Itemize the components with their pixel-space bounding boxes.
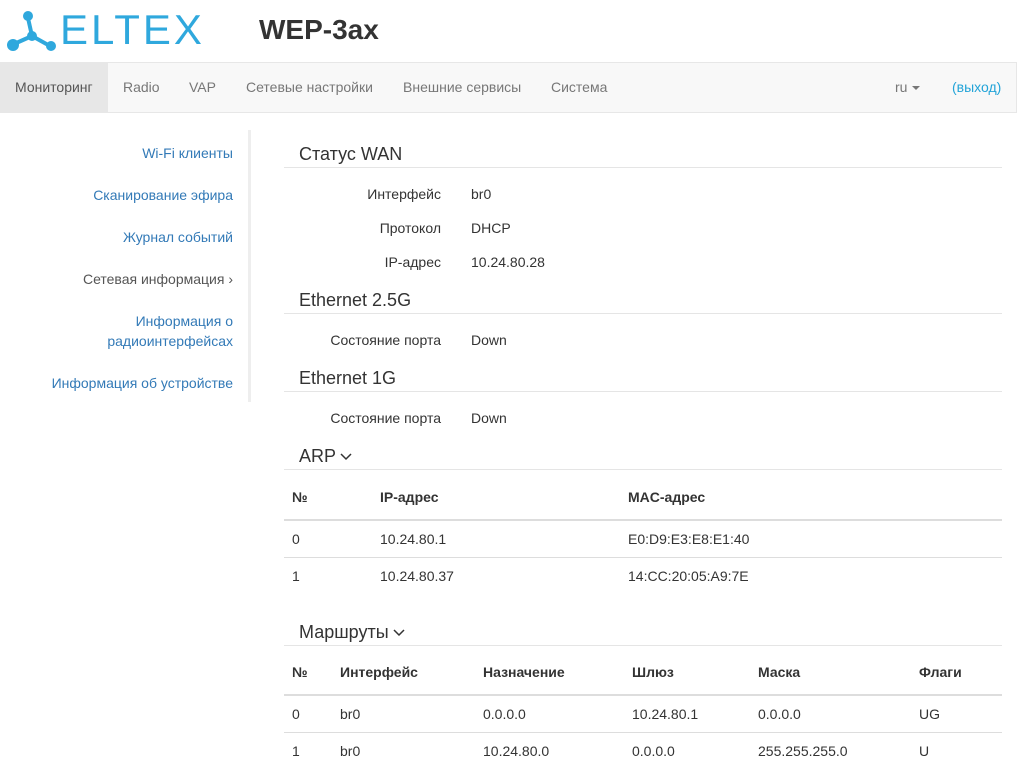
- tab-vap[interactable]: VAP: [189, 63, 216, 112]
- arp-cell: 1: [292, 568, 300, 584]
- table-row: 0 br0 0.0.0.0 10.24.80.1 0.0.0.0 UG: [284, 695, 1002, 733]
- eth25-section-title: Ethernet 2.5G: [284, 276, 1002, 314]
- routes-cell: UG: [911, 695, 1002, 733]
- arp-cell: 10.24.80.1: [372, 520, 620, 558]
- tab-radio[interactable]: Radio: [123, 63, 160, 112]
- arp-col-num: №: [284, 475, 372, 521]
- logo-molecule-icon: [7, 11, 56, 51]
- product-title: WEP-3ax: [259, 14, 379, 45]
- routes-cell: 0: [284, 695, 332, 733]
- routes-col-destination: Назначение: [475, 650, 624, 696]
- eth1-label-port-state: Состояние порта: [330, 410, 441, 426]
- wan-value-protocol: DHCP: [471, 220, 511, 236]
- routes-section-toggle[interactable]: Маршруты: [284, 608, 1002, 646]
- routes-cell: U: [919, 743, 930, 759]
- arp-title: ARP: [299, 446, 337, 466]
- language-label: ru: [895, 79, 908, 95]
- routes-cell: 0.0.0.0: [632, 743, 675, 759]
- eth1-value-port-state: Down: [471, 410, 507, 426]
- sidebar: Wi-Fi клиенты Сканирование эфира Журнал …: [0, 130, 251, 402]
- routes-cell: 1: [292, 743, 300, 759]
- sidebar-item-wifi-clients[interactable]: Wi-Fi клиенты: [142, 143, 233, 163]
- language-dropdown[interactable]: ru: [895, 63, 921, 112]
- wan-label-ip: IP-адрес: [384, 254, 441, 270]
- wan-section-title: Статус WAN: [284, 130, 1002, 168]
- arp-cell: 0: [284, 520, 372, 558]
- routes-col-mask: Маска: [750, 650, 911, 696]
- logout-link[interactable]: (выход): [952, 63, 1001, 112]
- sidebar-item-device-info[interactable]: Информация об устройстве: [52, 373, 233, 393]
- wan-value-interface: br0: [471, 186, 492, 202]
- routes-cell: br0: [332, 695, 475, 733]
- table-row: 0 10.24.80.1 E0:D9:E3:E8:E1:40: [284, 520, 1002, 558]
- eltex-logo: ELTEX: [6, 8, 205, 52]
- wan-label-interface: Интерфейс: [367, 186, 441, 202]
- tab-monitoring[interactable]: Мониторинг: [0, 63, 108, 112]
- arp-cell: 10.24.80.37: [380, 568, 454, 584]
- routes-table: № Интерфейс Назначение Шлюз Маска Флаги …: [284, 650, 1002, 769]
- tab-external-services[interactable]: Внешние сервисы: [403, 63, 521, 112]
- sidebar-item-radio-info[interactable]: Информация о радиоинтерфейсах: [63, 311, 233, 351]
- arp-cell: 14:CC:20:05:A9:7E: [628, 568, 749, 584]
- tab-system[interactable]: Система: [551, 63, 607, 112]
- header: ELTEX WEP-3ax: [0, 0, 1018, 62]
- routes-col-flags: Флаги: [911, 650, 1002, 696]
- routes-cell: 10.24.80.1: [624, 695, 750, 733]
- arp-col-ip: IP-адрес: [372, 475, 620, 521]
- arp-section-toggle[interactable]: ARP: [284, 432, 1002, 470]
- routes-title: Маршруты: [299, 622, 389, 642]
- chevron-down-icon: [340, 453, 352, 461]
- logo-text: ELTEX: [60, 6, 205, 53]
- wan-title: Статус WAN: [299, 144, 403, 164]
- top-navbar: Мониторинг Radio VAP Сетевые настройки В…: [0, 62, 1017, 113]
- routes-cell: 255.255.255.0: [758, 743, 848, 759]
- arp-cell: E0:D9:E3:E8:E1:40: [620, 520, 1002, 558]
- chevron-down-icon: [393, 629, 405, 637]
- sidebar-item-network-info[interactable]: Сетевая информация ›: [83, 269, 233, 289]
- sidebar-item-event-log[interactable]: Журнал событий: [123, 227, 233, 247]
- eth25-value-port-state: Down: [471, 332, 507, 348]
- eth1-title: Ethernet 1G: [299, 368, 397, 388]
- routes-cell: 10.24.80.0: [483, 743, 550, 759]
- table-row: 1 br0 10.24.80.0 0.0.0.0 255.255.255.0 U: [284, 733, 1002, 770]
- routes-col-gateway: Шлюз: [624, 650, 750, 696]
- eth1-section-title: Ethernet 1G: [284, 354, 1002, 392]
- routes-cell: br0: [340, 743, 361, 759]
- wan-label-protocol: Протокол: [379, 220, 441, 236]
- routes-header-row: № Интерфейс Назначение Шлюз Маска Флаги: [284, 650, 1002, 696]
- routes-cell: 0.0.0.0: [475, 695, 624, 733]
- arp-table: № IP-адрес MAC-адрес 0 10.24.80.1 E0:D9:…: [284, 475, 1002, 594]
- routes-cell: 0.0.0.0: [750, 695, 911, 733]
- tab-network-settings[interactable]: Сетевые настройки: [246, 63, 373, 112]
- sidebar-item-air-scan[interactable]: Сканирование эфира: [93, 185, 233, 205]
- routes-col-interface: Интерфейс: [332, 650, 475, 696]
- caret-down-icon: [912, 86, 921, 91]
- arp-col-mac: MAC-адрес: [620, 475, 1002, 521]
- table-row: 1 10.24.80.37 14:CC:20:05:A9:7E: [284, 558, 1002, 595]
- eth25-title: Ethernet 2.5G: [299, 290, 412, 310]
- routes-col-num: №: [284, 650, 332, 696]
- eth25-label-port-state: Состояние порта: [330, 332, 441, 348]
- arp-header-row: № IP-адрес MAC-адрес: [284, 475, 1002, 521]
- wan-value-ip: 10.24.80.28: [471, 254, 545, 270]
